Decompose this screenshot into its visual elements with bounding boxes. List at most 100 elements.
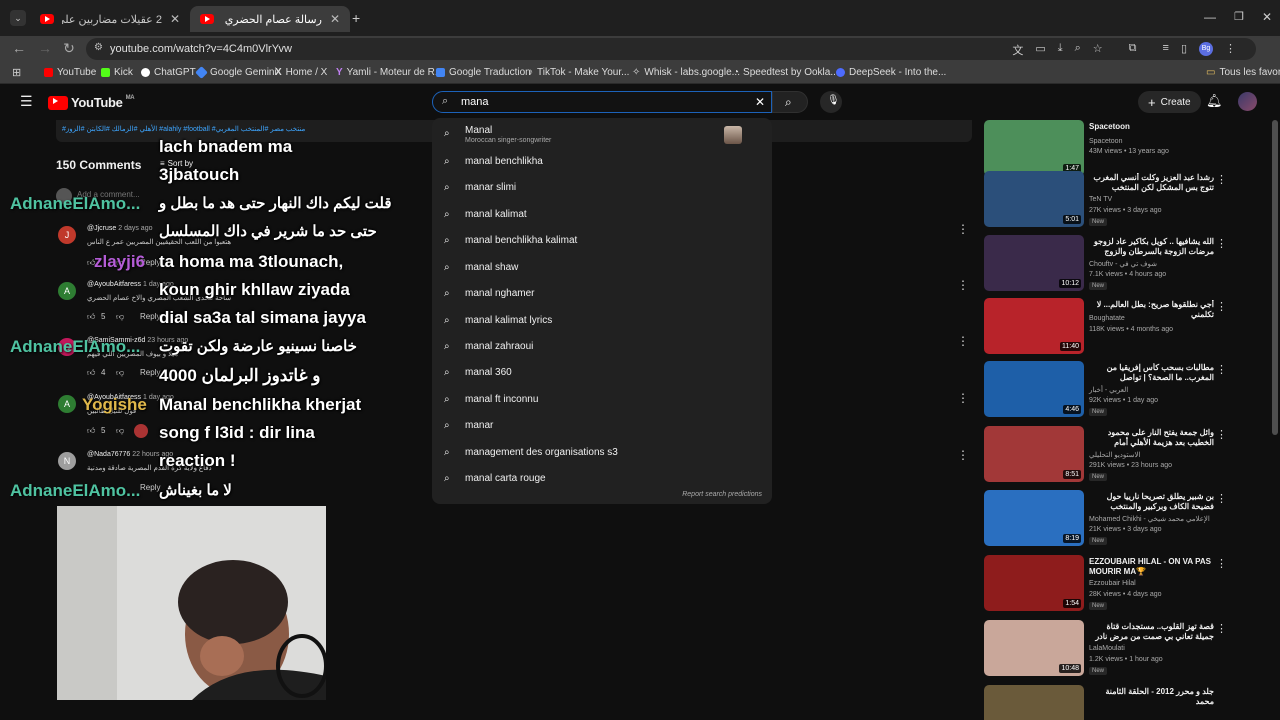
report-predictions-link[interactable]: Report search predictions xyxy=(682,491,762,498)
search-button[interactable]: ⌕ xyxy=(772,91,808,113)
video-thumbnail[interactable]: 8:51 xyxy=(984,426,1084,482)
related-video[interactable]: 1:54 EZZOUBAIR HILAL - ON VA PAS MOURIR … xyxy=(984,555,1276,615)
restore-button[interactable]: ❐ xyxy=(1234,10,1244,23)
extensions-icon[interactable]: ⧉ xyxy=(1129,42,1137,58)
bookmark-gemini[interactable]: Google Gemini xyxy=(195,66,277,79)
forward-button[interactable]: → xyxy=(36,40,54,56)
address-bar[interactable]: ⚙ youtube.com/watch?v=4C4m0VlrYvw 文 ▭ ⤓ … xyxy=(86,38,1256,60)
related-video[interactable]: 4:46 مطالبات بسحب كأس إفريقيا من المغرب.… xyxy=(984,361,1276,421)
video-menu-icon[interactable]: ⋮ xyxy=(1216,622,1227,635)
search-box[interactable]: ⌕ ✕ xyxy=(432,91,772,113)
bookmark-tiktok[interactable]: ♪ TikTok - Make Your... xyxy=(528,67,629,78)
profile-avatar[interactable]: Bg xyxy=(1199,42,1213,56)
video-thumbnail[interactable] xyxy=(984,685,1084,720)
like-icon[interactable]: 👍︎ xyxy=(87,426,95,436)
bookmark-deepseek[interactable]: DeepSeek - Into the... xyxy=(836,67,946,78)
new-tab-button[interactable]: + xyxy=(352,10,360,26)
create-button[interactable]: + Create xyxy=(1138,91,1201,113)
site-info-icon[interactable]: ⚙ xyxy=(94,42,103,53)
media-icon[interactable]: ≡ xyxy=(1163,42,1169,58)
video-menu-icon[interactable]: ⋮ xyxy=(1216,363,1227,376)
video-channel[interactable]: Boughatate xyxy=(1089,315,1125,322)
suggestion-item[interactable]: ⌕ manal zahraoui xyxy=(432,334,772,358)
avatar[interactable]: J xyxy=(58,226,76,244)
video-channel[interactable]: Mohamed Chikhi - الإعلامي محمد شيخي xyxy=(1089,515,1210,523)
comment-menu-icon[interactable]: ⋮ xyxy=(957,391,969,405)
minimize-button[interactable]: — xyxy=(1204,10,1216,24)
avatar[interactable]: N xyxy=(58,452,76,470)
comment-menu-icon[interactable]: ⋮ xyxy=(957,334,969,348)
notifications-bell-icon[interactable]: 🔔︎ xyxy=(1206,93,1223,109)
bookmark-yamli[interactable]: Y Yamli - Moteur de R... xyxy=(336,67,443,78)
related-video[interactable]: 8:51 وائل جمعة يفتح النار على محمود الخط… xyxy=(984,426,1276,486)
cast-icon[interactable]: ▭ xyxy=(1035,42,1045,58)
clear-search-icon[interactable]: ✕ xyxy=(755,95,765,109)
back-button[interactable]: ← xyxy=(10,40,28,56)
video-title[interactable]: قصة تهز القلوب.. مستجدات قتاة جميلة تعان… xyxy=(1089,622,1214,642)
related-video[interactable]: جلد و محرر 2012 - الحلقة الثامنة محمد xyxy=(984,685,1276,720)
related-video[interactable]: 10:12 الله يشافيها .. كويل بكاكير عاد لز… xyxy=(984,235,1276,295)
suggestion-item[interactable]: ⌕ manal kalimat xyxy=(432,202,772,226)
bookmark-x[interactable]: X Home / X xyxy=(275,67,327,78)
bookmark-youtube[interactable]: YouTube xyxy=(44,67,96,78)
suggestion-item[interactable]: ⌕ manal ft inconnu xyxy=(432,387,772,411)
scrollbar-thumb[interactable] xyxy=(1272,120,1278,435)
reload-button[interactable]: ↻ xyxy=(60,40,78,57)
reply-button[interactable]: Reply xyxy=(140,483,160,492)
video-thumbnail[interactable]: 11:40 xyxy=(984,298,1084,354)
like-icon[interactable]: 👍︎ xyxy=(87,368,95,378)
related-video[interactable]: 8:19 بن شبير يطلق تصريحا نارييا حول فضيح… xyxy=(984,490,1276,550)
video-title[interactable]: بن شبير يطلق تصريحا نارييا حول فضيحة الك… xyxy=(1089,492,1214,512)
video-title[interactable]: جلد و محرر 2012 - الحلقة الثامنة محمد xyxy=(1089,687,1215,707)
sidebar-icon[interactable]: ▯ xyxy=(1181,42,1187,58)
suggestion-item[interactable]: ⌕ manal benchlikha xyxy=(432,149,772,173)
video-title[interactable]: الله يشافيها .. كويل بكاكير عاد لزوجو مر… xyxy=(1089,237,1214,257)
bookmark-google-translate[interactable]: Google Traduction xyxy=(436,67,531,78)
video-channel[interactable]: LalaMoulati xyxy=(1089,645,1125,652)
bookmark-whisk[interactable]: ✧ Whisk - labs.google... xyxy=(632,67,740,78)
bookmark-speedtest[interactable]: ◔ Speedtest by Ookla... xyxy=(733,67,839,78)
account-avatar[interactable] xyxy=(1238,92,1257,111)
dislike-icon[interactable]: 👎︎ xyxy=(116,312,124,322)
video-title[interactable]: رشدا عبد العزيز وكلت أنسي المغرب تتوج بس… xyxy=(1089,173,1214,193)
voice-search-button[interactable]: 🎙 xyxy=(820,91,842,113)
video-thumbnail[interactable]: 5:01 xyxy=(984,171,1084,227)
video-title[interactable]: مطالبات بسحب كأس إفريقيا من المغرب.. ما … xyxy=(1089,363,1214,383)
bookmark-all-folder[interactable]: ▭Tous les favoris xyxy=(1206,67,1280,78)
video-menu-icon[interactable]: ⋮ xyxy=(1216,428,1227,441)
reply-button[interactable]: Reply xyxy=(140,368,160,377)
avatar[interactable]: A xyxy=(58,282,76,300)
youtube-logo[interactable]: YouTube MA xyxy=(48,95,135,110)
video-menu-icon[interactable]: ⋮ xyxy=(1216,557,1227,570)
bookmark-star-icon[interactable]: ☆ xyxy=(1093,42,1103,58)
video-title[interactable]: وائل جمعة يفتح النار على محمود الخطيب بع… xyxy=(1089,428,1214,448)
apps-grid-icon[interactable]: ⊞ xyxy=(12,66,21,79)
video-thumbnail[interactable]: 1:47 xyxy=(984,120,1084,176)
video-menu-icon[interactable]: ⋮ xyxy=(1216,300,1227,313)
video-channel[interactable]: العربي - أخبار xyxy=(1089,386,1128,394)
comment-menu-icon[interactable]: ⋮ xyxy=(957,222,969,236)
video-thumbnail[interactable]: 1:54 xyxy=(984,555,1084,611)
bookmark-chatgpt[interactable]: ChatGPT xyxy=(141,67,196,78)
suggestion-item[interactable]: ⌕ manal kalimat lyrics xyxy=(432,308,772,332)
video-thumbnail[interactable]: 10:48 xyxy=(984,620,1084,676)
suggestion-item[interactable]: ⌕ manal nghamer xyxy=(432,281,772,305)
suggestion-item[interactable]: ⌕ manal 360 xyxy=(432,360,772,384)
tab-1[interactable]: 2 عقيلات مضاربين على راجل موز ✕ xyxy=(30,6,190,32)
close-window-button[interactable]: ✕ xyxy=(1262,10,1272,24)
tab-close-icon[interactable]: ✕ xyxy=(170,12,180,26)
hashtags-line[interactable]: #الأهلي #الزمالك #الكابتن #الزوز #alahly… xyxy=(62,125,305,133)
translate-icon[interactable]: 文 xyxy=(1012,42,1023,58)
video-menu-icon[interactable]: ⋮ xyxy=(1216,173,1227,186)
zoom-icon[interactable]: ⌕ xyxy=(1075,42,1081,58)
video-menu-icon[interactable]: ⋮ xyxy=(1216,237,1227,250)
dislike-icon[interactable]: 👎︎ xyxy=(116,426,124,436)
comment-author[interactable]: @Jjcruse 2 days ago xyxy=(87,225,152,232)
comment-menu-icon[interactable]: ⋮ xyxy=(957,278,969,292)
suggestion-item[interactable]: ⌕ manar xyxy=(432,413,772,437)
like-icon[interactable]: 👍︎ xyxy=(87,312,95,322)
video-channel[interactable]: Chouftv - شوف تي في xyxy=(1089,260,1157,268)
hamburger-menu-icon[interactable]: ☰ xyxy=(20,93,33,110)
video-menu-icon[interactable]: ⋮ xyxy=(1216,492,1227,505)
tab-search-icon[interactable]: ⌄ xyxy=(10,10,26,26)
